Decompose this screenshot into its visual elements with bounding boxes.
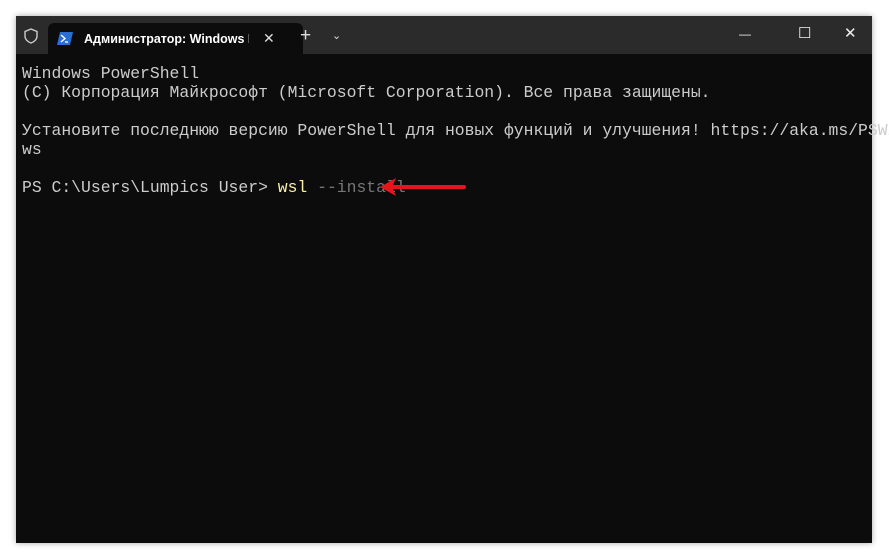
minimize-button[interactable]: —: [739, 27, 751, 41]
output-line: Установите последнюю версию PowerShell д…: [22, 121, 889, 140]
maximize-button[interactable]: ☐: [798, 24, 811, 42]
red-arrow-icon: [380, 178, 466, 196]
terminal-window: Администратор: Windows PowerShell ✕ + ⌄ …: [16, 16, 889, 543]
output-line: Windows PowerShell: [22, 64, 200, 83]
shield-icon: [24, 28, 38, 44]
new-tab-button[interactable]: +: [300, 25, 311, 47]
tab-dropdown-button[interactable]: ⌄: [332, 29, 341, 42]
command: wsl: [277, 178, 308, 197]
tab-close-button[interactable]: ✕: [263, 30, 275, 47]
output-line: ws: [22, 140, 42, 159]
tab-powershell[interactable]: Администратор: Windows PowerShell ✕: [48, 23, 303, 54]
output-line: (C) Корпорация Майкрософт (Microsoft Cor…: [22, 83, 711, 102]
title-bar: Администратор: Windows PowerShell ✕ + ⌄ …: [16, 16, 872, 54]
close-button[interactable]: ✕: [844, 24, 857, 42]
prompt: PS C:\Users\Lumpics User>: [22, 178, 278, 197]
tab-title: Администратор: Windows PowerShell: [84, 31, 249, 46]
powershell-icon: [57, 32, 73, 45]
